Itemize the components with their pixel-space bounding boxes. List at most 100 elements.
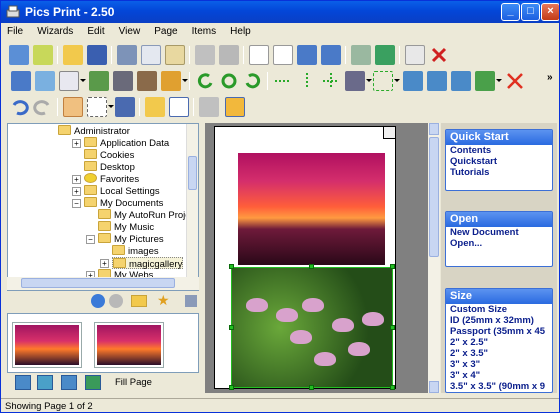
tree-item-application-data[interactable]: Application Data [84, 137, 169, 149]
tree-item-administrator[interactable]: Administrator [58, 125, 130, 137]
page-setup-icon[interactable] [405, 45, 425, 65]
size-custom[interactable]: Custom Size [446, 304, 552, 315]
calendar-icon[interactable] [115, 97, 135, 117]
size-passport[interactable]: Passport (35mm x 45 [446, 326, 552, 337]
size-3-5x3-5[interactable]: 3.5" x 3.5" (90mm x 9 [446, 381, 552, 392]
forward-icon[interactable] [109, 294, 123, 308]
tree-item-desktop[interactable]: Desktop [84, 161, 135, 173]
fit-height-icon[interactable] [427, 71, 447, 91]
scroll-up-icon[interactable] [429, 123, 439, 135]
add-folder-icon[interactable] [85, 375, 101, 390]
grid-icon[interactable] [59, 71, 79, 91]
fit-page-icon[interactable] [451, 71, 471, 91]
preview-vertical-scrollbar[interactable] [428, 123, 440, 393]
thumbnail-sunset-2[interactable] [94, 322, 164, 368]
folder-up-icon[interactable] [131, 295, 147, 307]
link-contents[interactable]: Contents [446, 145, 552, 156]
previous-page-icon[interactable] [351, 45, 371, 65]
photo-alt-icon[interactable] [137, 71, 157, 91]
menu-page[interactable]: Page [148, 23, 182, 37]
edit-text-icon[interactable] [35, 71, 55, 91]
rotate-left-icon[interactable] [195, 71, 215, 91]
page-icon[interactable] [249, 45, 269, 65]
browse-icon[interactable] [225, 97, 245, 117]
delete-item-icon[interactable] [505, 71, 525, 91]
size-3x4[interactable]: 3" x 4" [446, 370, 552, 381]
align-icon[interactable] [345, 71, 365, 91]
image-icon[interactable] [89, 71, 109, 91]
close-button[interactable]: × [541, 3, 559, 21]
menu-items[interactable]: Items [186, 23, 221, 37]
link-new-document[interactable]: New Document [446, 227, 552, 238]
favorites-star-icon[interactable]: ★ [157, 293, 171, 307]
size-id[interactable]: ID (25mm x 32mm) [446, 315, 552, 326]
menu-help[interactable]: Help [224, 23, 256, 37]
menu-edit[interactable]: Edit [81, 23, 109, 37]
menu-wizards[interactable]: Wizards [31, 23, 78, 37]
size-2x3-5[interactable]: 2" x 3.5" [446, 348, 552, 359]
tree-item-favorites[interactable]: Favorites [84, 173, 139, 185]
open-folder-icon[interactable] [63, 45, 83, 65]
print-setup-icon[interactable] [195, 45, 215, 65]
size-3x3[interactable]: 3" x 3" [446, 359, 552, 370]
size-2x2-5[interactable]: 2" x 2.5" [446, 337, 552, 348]
scroll-down-icon[interactable] [429, 381, 439, 393]
resize-handle-r[interactable] [390, 325, 395, 330]
next-page-icon[interactable] [375, 45, 395, 65]
print-icon[interactable] [219, 45, 239, 65]
save-icon[interactable] [87, 45, 107, 65]
tree-item-my-pictures[interactable]: My Pictures [98, 233, 164, 245]
menu-view[interactable]: View [113, 23, 146, 37]
monitor-icon[interactable] [297, 45, 317, 65]
folder-icon[interactable] [145, 97, 165, 117]
undo-icon[interactable] [9, 97, 29, 117]
tree-item-cookies[interactable]: Cookies [84, 149, 134, 161]
move-icon[interactable] [321, 71, 341, 91]
minimize-button[interactable]: _ [501, 3, 520, 21]
blank-page-icon[interactable] [273, 45, 293, 65]
tree-vertical-scrollbar[interactable] [186, 124, 198, 290]
resize-handle-b[interactable] [309, 385, 314, 390]
link-quickstart[interactable]: Quickstart [446, 156, 552, 167]
text-icon[interactable] [11, 71, 31, 91]
tree-item-my-music[interactable]: My Music [98, 221, 154, 233]
resize-handle-br[interactable] [390, 385, 395, 390]
hand-tool-icon[interactable] [63, 97, 83, 117]
add-image-icon[interactable] [15, 375, 31, 390]
select-tool-icon[interactable] [87, 97, 107, 117]
tree-horizontal-scrollbar[interactable] [7, 277, 199, 290]
image-settings-icon[interactable] [475, 71, 495, 91]
page-canvas[interactable] [214, 126, 396, 390]
resize-handle-bl[interactable] [229, 385, 234, 390]
redo-icon[interactable] [33, 97, 53, 117]
tree-hscroll-thumb[interactable] [21, 278, 175, 288]
tree-item-my-autorun-projects[interactable]: My AutoRun Projects [98, 209, 188, 221]
link-open[interactable]: Open... [446, 238, 552, 249]
refresh-icon[interactable] [219, 71, 239, 91]
resize-handle-t[interactable] [309, 264, 314, 269]
crop-icon[interactable] [373, 71, 393, 91]
fill-page-label[interactable]: Fill Page [115, 377, 152, 388]
thumbnail-sunset-1[interactable] [12, 322, 82, 368]
flip-horizontal-icon[interactable] [273, 71, 293, 91]
resize-handle-l[interactable] [229, 325, 234, 330]
new-icon[interactable] [9, 45, 29, 65]
print-preview-icon[interactable] [199, 97, 219, 117]
flip-vertical-icon[interactable] [297, 71, 317, 91]
paste-icon[interactable] [165, 45, 185, 65]
sunset-photo[interactable] [238, 153, 385, 265]
edit-icon[interactable] [33, 45, 53, 65]
menu-file[interactable]: File [1, 23, 28, 37]
tree-item-my-documents[interactable]: My Documents [84, 197, 163, 209]
maximize-button[interactable]: □ [521, 3, 540, 21]
resize-handle-tr[interactable] [390, 264, 395, 269]
tree-item-magicgallery[interactable]: magicgallery [112, 257, 184, 270]
copy-icon[interactable] [141, 45, 161, 65]
frame-icon[interactable] [161, 71, 181, 91]
fit-width-icon[interactable] [403, 71, 423, 91]
rotate-right-icon[interactable] [243, 71, 263, 91]
back-icon[interactable] [91, 294, 105, 308]
monitor-alt-icon[interactable] [321, 45, 341, 65]
add-images-icon[interactable] [37, 375, 53, 390]
photo-icon[interactable] [113, 71, 133, 91]
